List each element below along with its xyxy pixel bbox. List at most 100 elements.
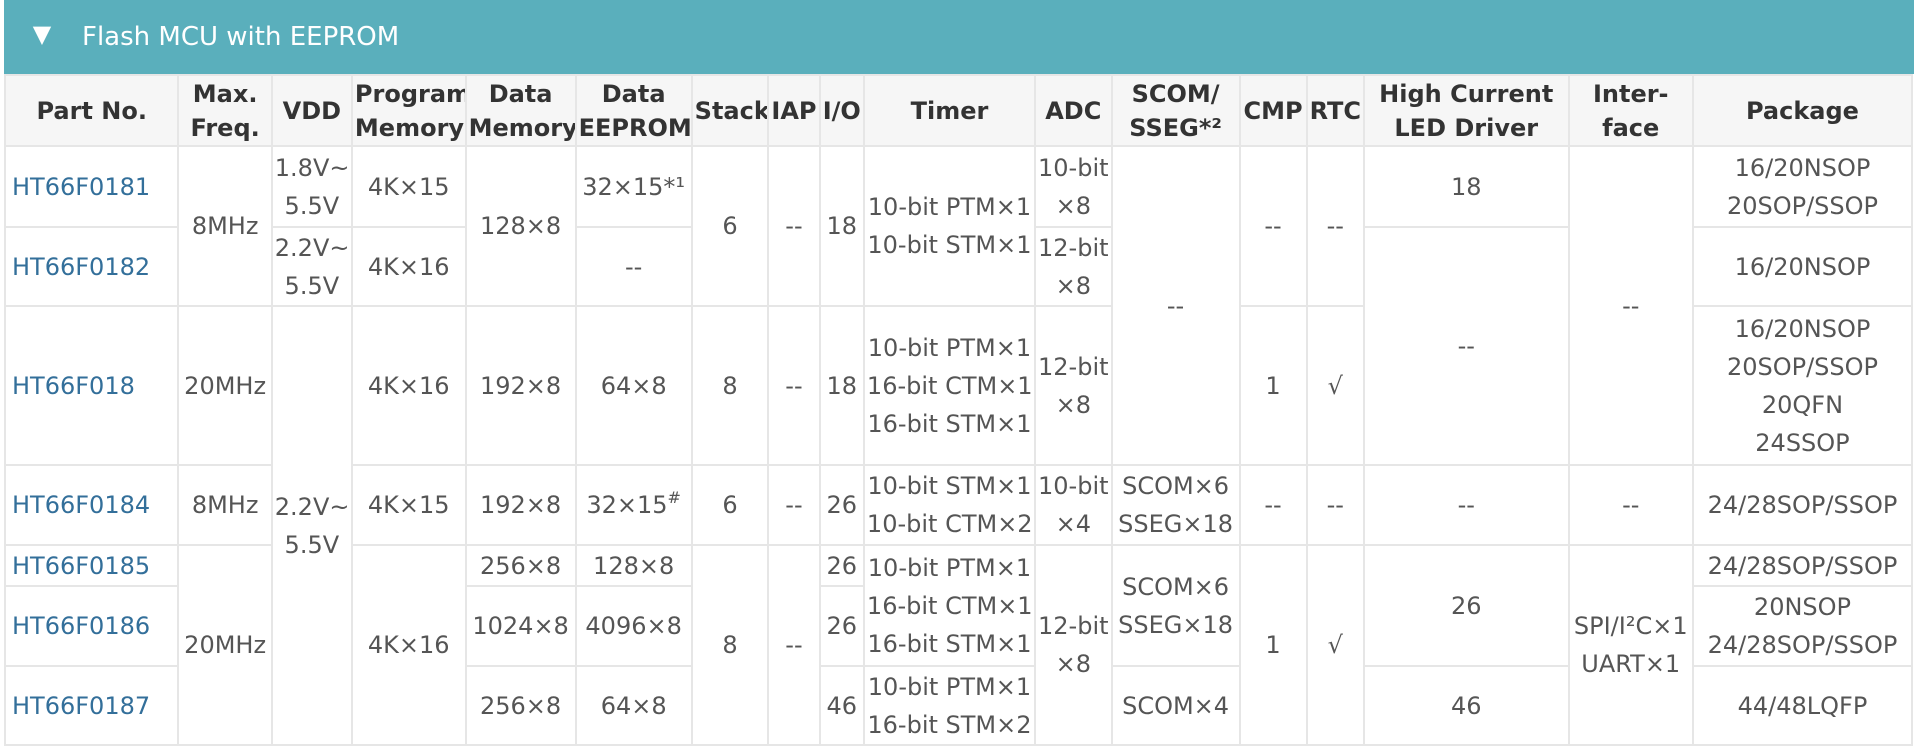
header-vdd: VDD <box>270 74 353 147</box>
stack-cell: 6 <box>690 145 770 307</box>
cmp-cell: 1 <box>1238 544 1308 746</box>
part-cell[interactable]: HT66F0181 <box>3 145 180 228</box>
part-cell[interactable]: HT66F0185 <box>3 544 180 587</box>
cell-line: 1.8V~ <box>274 153 350 182</box>
data-memory-cell: 128×8 <box>464 145 577 307</box>
io-cell: 26 <box>818 585 865 667</box>
triangle-down-icon[interactable]: ▼ <box>18 22 66 46</box>
freq-cell: 8MHz <box>177 464 273 546</box>
header-line: SSEG*² <box>1129 113 1222 142</box>
header-timer: Timer <box>862 74 1037 147</box>
cell-line: ×8 <box>1055 650 1091 678</box>
cell-line: ×8 <box>1055 191 1091 220</box>
cell-line: 5.5V <box>284 530 340 559</box>
part-link[interactable]: HT66F0186 <box>12 612 150 640</box>
scom-sseg-cell: -- <box>1110 145 1241 466</box>
header-line: Memory <box>468 113 576 142</box>
iap-cell: -- <box>767 305 821 466</box>
part-cell[interactable]: HT66F0187 <box>3 665 180 746</box>
cell-line: 10-bit CTM×2 <box>866 510 1033 538</box>
io-cell: 46 <box>818 665 865 746</box>
header-line: EEPROM <box>578 113 692 142</box>
package-cell: 16/20NSOP 20SOP/SSOP 20QFN 24SSOP <box>1691 305 1914 466</box>
timer-cell: 10-bit PTM×1 16-bit CTM×1 16-bit STM×1 <box>862 544 1037 667</box>
timer-cell: 10-bit PTM×1 16-bit STM×2 <box>862 665 1037 746</box>
program-memory-cell: 4K×15 <box>350 464 467 546</box>
cell-line: 16-bit STM×2 <box>867 710 1032 739</box>
header-max-freq: Max. Freq. <box>177 74 273 147</box>
cell-line: 16/20NSOP <box>1734 153 1871 182</box>
iap-cell: -- <box>767 464 821 546</box>
cell-line: 12-bit <box>1038 233 1109 262</box>
eeprom-cell: 32×15# <box>574 464 693 546</box>
cell-line: 5.5V <box>284 271 340 300</box>
header-line: Program <box>354 79 466 108</box>
cell-line: 16-bit STM×1 <box>867 409 1032 438</box>
cell-line: 12-bit <box>1038 612 1109 640</box>
table-header-row: Part No. Max. Freq. VDD Program Memory Dat… <box>3 74 1914 147</box>
header-interface: Inter-face <box>1567 74 1694 147</box>
eeprom-cell: 4096×8 <box>574 585 693 667</box>
part-link[interactable]: HT66F0182 <box>12 253 150 281</box>
header-line: Max. <box>192 79 258 108</box>
adc-cell: 12-bit ×8 <box>1034 226 1113 307</box>
package-cell: 16/20NSOP 20SOP/SSOP <box>1691 145 1914 228</box>
header-line: SCOM/ <box>1131 79 1220 108</box>
vdd-cell: 2.2V~ 5.5V <box>270 226 353 307</box>
adc-cell: 10-bit ×4 <box>1034 464 1113 546</box>
cell-line: 10-bit STM×1 <box>867 472 1032 500</box>
part-cell[interactable]: HT66F018 <box>3 305 180 466</box>
io-cell: 18 <box>818 305 865 466</box>
table-row: HT66F0181 8MHz 1.8V~ 5.5V 4K×15 128×8 32×… <box>3 145 1914 466</box>
eeprom-cell: 64×8 <box>574 665 693 746</box>
part-link[interactable]: HT66F0184 <box>12 491 150 519</box>
cell-line: SCOM×6 <box>1122 572 1230 601</box>
cell-line: 10-bit <box>1038 472 1109 500</box>
mcu-table: Part No. Max. Freq. VDD Program Memory Dat… <box>3 74 1914 746</box>
header-data-eeprom: Data EEPROM <box>574 74 693 147</box>
adc-cell: 12-bit ×8 <box>1034 305 1113 466</box>
header-line: Inter- <box>1592 79 1669 108</box>
eeprom-footnote-mark: # <box>667 488 681 507</box>
part-link[interactable]: HT66F0187 <box>12 692 150 720</box>
io-cell: 26 <box>818 464 865 546</box>
part-link[interactable]: HT66F0181 <box>12 173 150 201</box>
part-link[interactable]: HT66F018 <box>12 372 135 400</box>
header-line: Freq. <box>190 113 260 142</box>
stack-cell: 8 <box>690 305 770 466</box>
led-driver-cell: 46 <box>1362 665 1570 746</box>
cell-line: 10-bit PTM×1 <box>867 193 1032 221</box>
header-io: I/O <box>818 74 865 147</box>
io-cell: 18 <box>818 145 865 307</box>
led-driver-cell: -- <box>1362 226 1570 466</box>
part-cell[interactable]: HT66F0184 <box>3 464 180 546</box>
package-cell: 44/48LQFP <box>1691 665 1914 746</box>
cell-line: SPI/I²C×1 <box>1573 612 1688 640</box>
cell-line: ×8 <box>1055 271 1091 300</box>
data-memory-cell: 192×8 <box>464 464 577 546</box>
part-link[interactable]: HT66F0185 <box>12 552 150 580</box>
product-table-panel: ▼ Flash MCU with EEPROM Part No. Max. Fre… <box>0 0 1920 746</box>
iap-cell: -- <box>767 544 821 746</box>
header-cmp: CMP <box>1238 74 1308 147</box>
cell-line: SSEG×18 <box>1118 510 1233 538</box>
part-cell[interactable]: HT66F0182 <box>3 226 180 307</box>
header-line: Memory <box>354 113 465 142</box>
led-driver-cell: 18 <box>1362 145 1570 228</box>
cell-line: 20NSOP <box>1753 593 1852 621</box>
interface-cell: SPI/I²C×1 UART×1 <box>1567 544 1694 746</box>
package-cell: 24/28SOP/SSOP <box>1691 544 1914 587</box>
cell-line: 20SOP/SSOP <box>1726 352 1878 381</box>
eeprom-cell: -- <box>574 226 693 307</box>
scom-sseg-cell: SCOM×6 SSEG×18 <box>1110 544 1241 667</box>
section-header[interactable]: ▼ Flash MCU with EEPROM <box>4 0 1914 74</box>
rtc-cell: -- <box>1305 464 1365 546</box>
header-package: Package <box>1691 74 1914 147</box>
program-memory-cell: 4K×16 <box>350 544 467 746</box>
cell-line: SCOM×6 <box>1122 472 1230 500</box>
cell-line: SSEG×18 <box>1118 610 1233 639</box>
cmp-cell: 1 <box>1238 305 1308 466</box>
header-iap: IAP <box>767 74 821 147</box>
part-cell[interactable]: HT66F0186 <box>3 585 180 667</box>
eeprom-value: 32×15 <box>586 491 668 519</box>
